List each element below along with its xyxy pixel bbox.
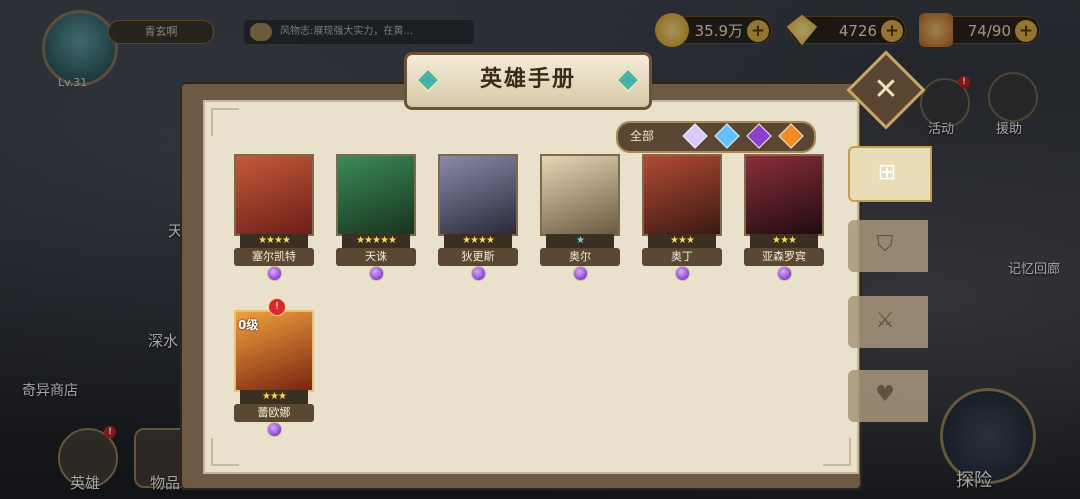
hero-stars: ★★★★ [240,234,308,248]
purple-orb-icon [267,422,282,437]
book-title: 英雄手册 [404,52,652,110]
page-corner-ornament [211,438,239,466]
filter-orange-gem-icon[interactable] [778,123,804,149]
purple-orb-icon [573,266,588,281]
hero-level: 0级 [238,318,259,332]
hero-stars: ★★★★ [444,234,512,248]
tab-defense[interactable]: ⛉ [848,220,928,272]
hero-portrait [540,154,620,236]
hero-name: 亚森罗宾 [744,248,824,266]
hero-portrait [642,154,722,236]
upgrade-alert-icon: ! [268,298,286,316]
hero-name: 塞尔凯特 [234,248,314,266]
purple-orb-icon [369,266,384,281]
hero-name: 奥丁 [642,248,722,266]
book-title-text: 英雄手册 [479,67,576,92]
hero-name: 天诛 [336,248,416,266]
hero-name: 狄更斯 [438,248,518,266]
hero-portrait [336,154,416,236]
hero-stars: ★★★ [750,234,818,248]
purple-orb-icon [267,266,282,281]
filter-light-gem-icon[interactable] [682,123,708,149]
hero-portrait [438,154,518,236]
filter-purple-gem-icon[interactable] [746,123,772,149]
filter-blue-gem-icon[interactable] [714,123,740,149]
close-icon: ✕ [873,72,899,107]
hero-portrait [744,154,824,236]
sword-icon: ⚔ [875,308,895,333]
hero-name: 蕾欧娜 [234,404,314,422]
page-corner-ornament [823,438,851,466]
hero-portrait [234,154,314,236]
tab-support[interactable]: ♥ [848,370,928,422]
hero-stars: ★★★ [240,390,308,404]
hero-stars: ★★★★★ [342,234,410,248]
grid-icon: ⊞ [877,160,897,185]
shield-icon: ⛉ [876,232,894,257]
tab-attack[interactable]: ⚔ [848,296,928,348]
hero-name: 奥尔 [540,248,620,266]
tab-all-heroes[interactable]: ⊞ [848,146,932,202]
heart-icon: ♥ [875,382,895,407]
hero-stars: ★ [546,234,614,248]
faction-filter-bar: 全部 [616,121,816,153]
purple-orb-icon [777,266,792,281]
purple-orb-icon [675,266,690,281]
hero-stars: ★★★ [648,234,716,248]
page-corner-ornament [211,108,239,136]
title-gem-icon [615,67,641,93]
filter-all[interactable]: 全部 [630,125,654,147]
purple-orb-icon [471,266,486,281]
title-gem-icon [415,67,441,93]
